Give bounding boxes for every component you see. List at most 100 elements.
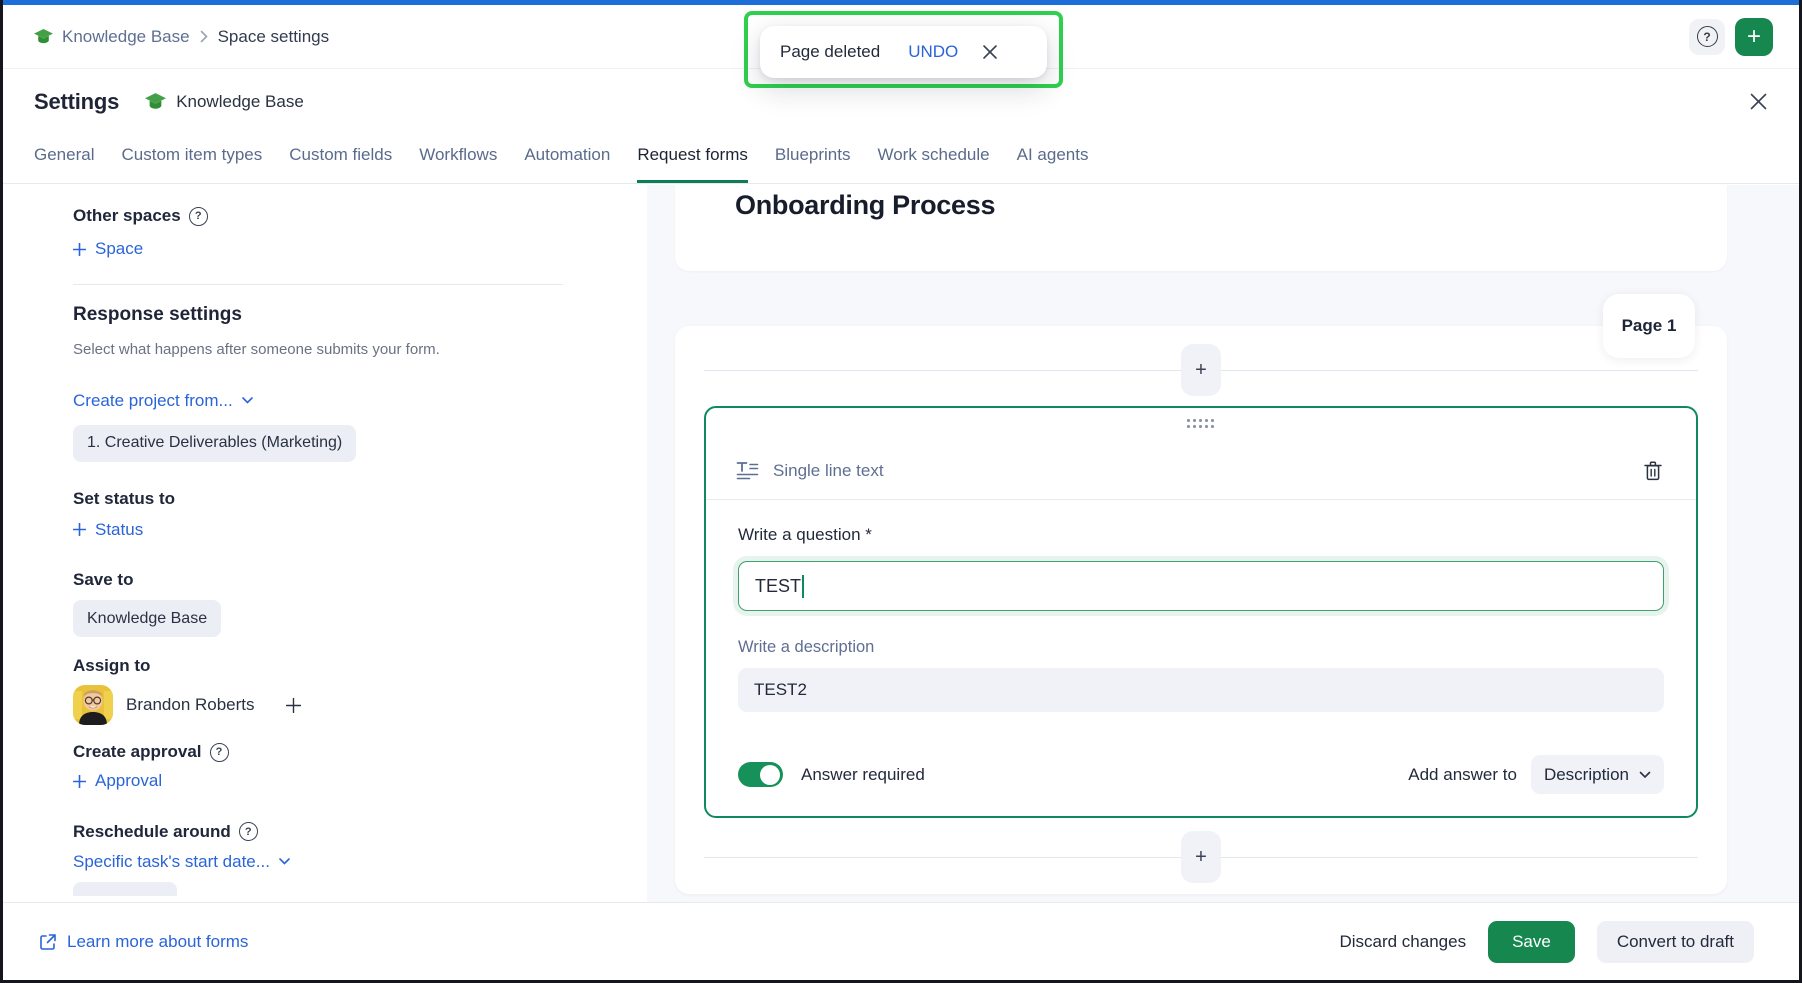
- create-project-from-dropdown[interactable]: Create project from...: [73, 391, 253, 411]
- chevron-down-icon: [1639, 771, 1651, 779]
- add-approval-label: Approval: [95, 771, 162, 791]
- tab-custom-fields[interactable]: Custom fields: [289, 145, 392, 183]
- settings-space: Knowledge Base: [145, 92, 304, 112]
- help-circle-icon[interactable]: ?: [239, 822, 258, 841]
- save-button[interactable]: Save: [1488, 921, 1575, 963]
- settings-tabs: General Custom item types Custom fields …: [3, 134, 1799, 184]
- add-status-button[interactable]: Status: [73, 520, 143, 540]
- discard-changes-button[interactable]: Discard changes: [1339, 932, 1466, 952]
- learn-more-label: Learn more about forms: [67, 932, 248, 952]
- question-block-body: Write a question * TEST Write a descript…: [706, 525, 1696, 794]
- tab-automation[interactable]: Automation: [524, 145, 610, 183]
- create-project-from-label: Create project from...: [73, 391, 233, 411]
- toast-undo-button[interactable]: UNDO: [908, 42, 958, 62]
- content-area: Other spaces ? Space Response settings S…: [3, 185, 1799, 902]
- create-approval-section: Create approval ?: [73, 742, 647, 762]
- help-circle-icon[interactable]: ?: [210, 743, 229, 762]
- toast-message: Page deleted: [780, 42, 880, 62]
- tab-general[interactable]: General: [34, 145, 94, 183]
- question-input[interactable]: TEST: [738, 561, 1664, 611]
- reschedule-label: Reschedule around: [73, 822, 231, 842]
- response-settings-subtitle: Select what happens after someone submit…: [73, 341, 533, 358]
- create-new-button[interactable]: +: [1735, 18, 1773, 56]
- help-button[interactable]: ?: [1689, 19, 1725, 55]
- add-approval-button[interactable]: Approval: [73, 771, 162, 791]
- assignee-name: Brandon Roberts: [126, 695, 255, 715]
- description-input-value: TEST2: [754, 680, 807, 700]
- add-space-button[interactable]: Space: [73, 239, 143, 259]
- footer-actions: Discard changes Save Convert to draft: [1339, 921, 1754, 963]
- breadcrumb-space-label: Knowledge Base: [62, 27, 190, 47]
- tab-blueprints[interactable]: Blueprints: [775, 145, 851, 183]
- external-link-icon: [39, 933, 57, 951]
- window-top-accent: [3, 0, 1799, 5]
- toast-close-button[interactable]: [982, 44, 998, 60]
- response-settings-title: Response settings: [73, 304, 647, 326]
- settings-space-name: Knowledge Base: [176, 92, 304, 112]
- sidebar-divider: [73, 284, 563, 285]
- add-answer-value: Description: [1544, 765, 1629, 785]
- learn-more-link[interactable]: Learn more about forms: [39, 932, 248, 952]
- question-input-value: TEST: [755, 576, 801, 597]
- question-label: Write a question *: [738, 525, 1664, 545]
- tab-workflows[interactable]: Workflows: [419, 145, 497, 183]
- form-title[interactable]: Onboarding Process: [735, 190, 995, 221]
- response-settings-sidebar: Other spaces ? Space Response settings S…: [3, 185, 647, 902]
- convert-to-draft-button[interactable]: Convert to draft: [1597, 921, 1754, 963]
- assignee-avatar[interactable]: [73, 685, 113, 725]
- tab-custom-item-types[interactable]: Custom item types: [121, 145, 262, 183]
- save-to-chip[interactable]: Knowledge Base: [73, 600, 221, 637]
- add-assignee-button[interactable]: [286, 698, 301, 713]
- assignee-row: Brandon Roberts: [73, 685, 647, 725]
- add-answer-select[interactable]: Description: [1531, 755, 1664, 794]
- form-page-card: + Single line text: [675, 326, 1727, 894]
- drag-handle-icon[interactable]: [1187, 419, 1215, 429]
- answer-required-toggle[interactable]: [738, 762, 783, 787]
- page-title: Settings: [34, 89, 119, 115]
- plus-icon: +: [1747, 25, 1761, 49]
- question-type: Single line text: [736, 461, 884, 481]
- answer-required-label: Answer required: [801, 765, 925, 785]
- reschedule-value: Specific task's start date...: [73, 852, 270, 872]
- description-input[interactable]: TEST2: [738, 668, 1664, 712]
- tab-ai-agents[interactable]: AI agents: [1017, 145, 1089, 183]
- tab-request-forms[interactable]: Request forms: [637, 145, 748, 183]
- add-question-button-top[interactable]: +: [1181, 344, 1221, 396]
- clipped-chip: [73, 882, 177, 896]
- other-spaces-section: Other spaces ?: [73, 206, 647, 226]
- space-graduation-cap-icon: [145, 93, 166, 111]
- delete-question-button[interactable]: [1644, 461, 1662, 481]
- close-settings-button[interactable]: [1749, 92, 1768, 111]
- question-block-footer: Answer required Add answer to Descriptio…: [738, 755, 1664, 794]
- other-spaces-label: Other spaces: [73, 206, 181, 226]
- question-block-selected[interactable]: Single line text Write a question * TEST…: [704, 406, 1698, 818]
- plus-icon: +: [1195, 846, 1207, 869]
- save-to-label: Save to: [73, 570, 647, 590]
- question-mark-icon: ?: [1697, 26, 1718, 47]
- breadcrumb-page-label: Space settings: [218, 27, 330, 47]
- add-status-label: Status: [95, 520, 143, 540]
- toast-notification: Page deleted UNDO: [760, 26, 1047, 78]
- assign-to-label: Assign to: [73, 656, 647, 676]
- reschedule-section: Reschedule around ?: [73, 822, 647, 842]
- question-type-label: Single line text: [773, 461, 884, 481]
- tab-work-schedule[interactable]: Work schedule: [877, 145, 989, 183]
- form-preview-pane: Onboarding Process Page 1 +: [647, 185, 1799, 902]
- project-chip[interactable]: 1. Creative Deliverables (Marketing): [73, 425, 356, 462]
- breadcrumb-space-link[interactable]: Knowledge Base: [34, 27, 190, 47]
- help-circle-icon[interactable]: ?: [189, 207, 208, 226]
- appbar-actions: ? +: [1689, 18, 1773, 56]
- description-label: Write a description: [738, 638, 1664, 657]
- footer-bar: Learn more about forms Discard changes S…: [3, 902, 1799, 980]
- create-approval-label: Create approval: [73, 742, 202, 762]
- reschedule-dropdown[interactable]: Specific task's start date...: [73, 852, 290, 872]
- form-title-card: Onboarding Process: [675, 185, 1727, 271]
- toggle-knob: [760, 765, 780, 785]
- chevron-right-icon: [200, 30, 208, 43]
- add-answer-group: Add answer to Description: [1408, 755, 1664, 794]
- add-question-button-bottom[interactable]: +: [1181, 831, 1221, 883]
- settings-header-row: Settings Knowledge Base: [3, 69, 1799, 134]
- single-line-text-icon: [736, 461, 759, 481]
- page-badge[interactable]: Page 1: [1603, 294, 1695, 358]
- app-window: Knowledge Base Space settings ? + Page d…: [0, 0, 1802, 983]
